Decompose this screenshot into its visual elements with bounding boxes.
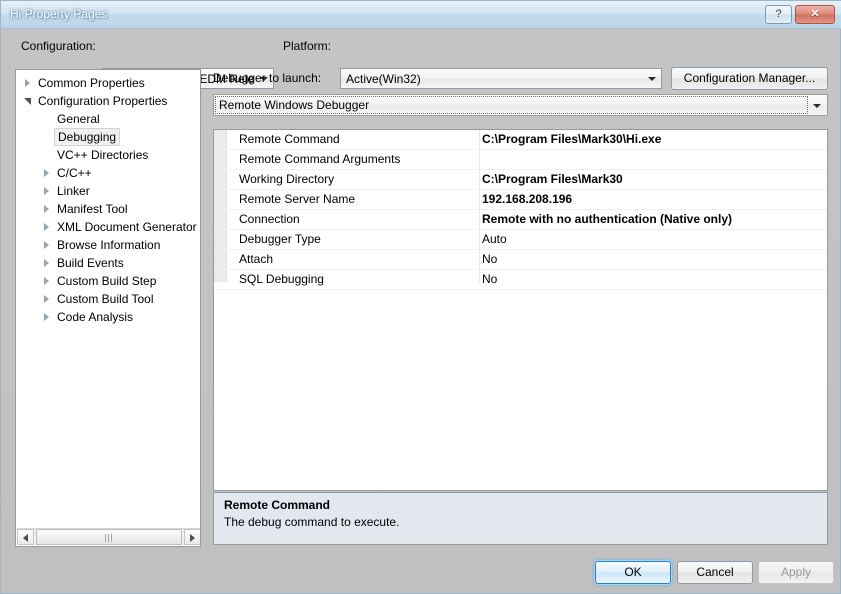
tree-collapsed-arrow-icon[interactable] (43, 205, 52, 214)
debugger-to-launch-value: Remote Windows Debugger (219, 98, 370, 112)
sidebar-item-common-properties[interactable]: Common Properties (16, 74, 200, 92)
property-name: Connection (239, 212, 300, 226)
property-name: Attach (239, 252, 274, 266)
property-row[interactable]: Debugger Type Auto (214, 230, 827, 250)
close-button[interactable]: ✕ (795, 5, 835, 24)
property-name: Remote Server Name (239, 192, 356, 206)
sidebar-item-label: Debugging (54, 128, 121, 146)
property-pages-dialog: Hi Property Pages ? ✕ Configuration: Act… (0, 0, 841, 594)
property-row[interactable]: Working Directory C:\Program Files\Mark30 (214, 170, 827, 190)
sidebar-item-code-analysis[interactable]: Code Analysis (16, 308, 200, 326)
property-name: SQL Debugging (239, 272, 324, 286)
apply-button: Apply (758, 561, 834, 584)
scroll-right-arrow-icon[interactable] (184, 529, 200, 545)
property-value[interactable]: C:\Program Files\Mark30 (482, 172, 623, 186)
tree-collapsed-arrow-icon[interactable] (43, 259, 52, 268)
property-value[interactable]: No (482, 272, 497, 286)
configuration-label: Configuration: (21, 39, 96, 53)
sidebar-item-linker[interactable]: Linker (16, 182, 200, 200)
property-row[interactable]: Connection Remote with no authentication … (214, 210, 827, 230)
sidebar-item-label: Custom Build Step (57, 274, 157, 288)
sidebar-item-manifest-tool[interactable]: Manifest Tool (16, 200, 200, 218)
tree-collapsed-arrow-icon[interactable] (43, 169, 52, 178)
configuration-manager-button[interactable]: Configuration Manager... (671, 67, 828, 90)
property-grid: Remote Command C:\Program Files\Mark30\Hi… (213, 129, 828, 491)
property-value[interactable]: Auto (482, 232, 507, 246)
sidebar-item-label: Browse Information (57, 238, 161, 252)
sidebar-item-label: VC++ Directories (57, 148, 149, 162)
property-row[interactable]: Remote Command Arguments (214, 150, 827, 170)
sidebar-item-debugging[interactable]: Debugging (16, 128, 200, 146)
tree-collapsed-arrow-icon[interactable] (24, 79, 33, 88)
property-value[interactable]: C:\Program Files\Mark30\Hi.exe (482, 132, 661, 146)
property-row[interactable]: SQL Debugging No (214, 270, 827, 290)
tree-collapsed-arrow-icon[interactable] (43, 223, 52, 232)
sidebar-item-general[interactable]: General (16, 110, 200, 128)
description-title: Remote Command (224, 498, 331, 512)
platform-combo-value: Active(Win32) (346, 72, 421, 86)
sidebar-item-custom-build-step[interactable]: Custom Build Step (16, 272, 200, 290)
property-row[interactable]: Remote Server Name 192.168.208.196 (214, 190, 827, 210)
property-value[interactable]: 192.168.208.196 (482, 192, 572, 206)
platform-label: Platform: (283, 39, 332, 53)
property-name: Remote Command (239, 132, 340, 146)
cancel-button[interactable]: Cancel (677, 561, 753, 584)
sidebar-item-label: Linker (57, 184, 90, 198)
sidebar-item-label: Configuration Properties (38, 94, 168, 108)
description-body: The debug command to execute. (224, 515, 400, 529)
sidebar-item-label: XML Document Generator (57, 220, 197, 234)
sidebar-item-label: C/C++ (57, 166, 92, 180)
sidebar-item-xml-document-generator[interactable]: XML Document Generator (16, 218, 200, 236)
property-row[interactable]: Attach No (214, 250, 827, 270)
sidebar-item-label: Build Events (57, 256, 124, 270)
chevron-down-icon (813, 104, 821, 108)
help-button[interactable]: ? (765, 5, 792, 24)
sidebar-item-label: Custom Build Tool (57, 292, 154, 306)
ok-button[interactable]: OK (595, 561, 671, 584)
sidebar-item-build-events[interactable]: Build Events (16, 254, 200, 272)
property-tree-panel: Common Properties Configuration Propertie… (15, 69, 201, 547)
tree-expanded-arrow-icon[interactable] (24, 97, 33, 106)
grip-icon (105, 534, 114, 542)
property-name: Working Directory (239, 172, 335, 186)
debugger-to-launch-label: Debugger to launch: (213, 71, 322, 85)
property-row[interactable]: Remote Command C:\Program Files\Mark30\Hi… (214, 130, 827, 150)
tree-collapsed-arrow-icon[interactable] (43, 241, 52, 250)
chevron-down-icon (648, 77, 656, 81)
configuration-toolbar: Configuration: Active(Hi Mark30EDM Relea… (1, 29, 841, 90)
tree-collapsed-arrow-icon[interactable] (43, 277, 52, 286)
sidebar-item-label: Common Properties (38, 76, 145, 90)
tree-collapsed-arrow-icon[interactable] (43, 313, 52, 322)
sidebar-item-label: Code Analysis (57, 310, 134, 324)
description-panel: Remote Command The debug command to exec… (213, 492, 828, 545)
sidebar-item-configuration-properties[interactable]: Configuration Properties (16, 92, 200, 110)
scroll-left-arrow-icon[interactable] (17, 529, 34, 545)
window-title: Hi Property Pages (10, 7, 108, 21)
sidebar-item-custom-build-tool[interactable]: Custom Build Tool (16, 290, 200, 308)
sidebar-item-label: General (57, 112, 100, 126)
property-name: Debugger Type (239, 232, 321, 246)
sidebar-item-c-c[interactable]: C/C++ (16, 164, 200, 182)
platform-combo[interactable]: Active(Win32) (340, 68, 662, 89)
property-name: Remote Command Arguments (239, 152, 401, 166)
debugger-to-launch-combo[interactable]: Remote Windows Debugger (213, 94, 828, 116)
sidebar-item-label: Manifest Tool (57, 202, 128, 216)
sidebar-item-vc-directories[interactable]: VC++ Directories (16, 146, 200, 164)
scrollbar-thumb[interactable] (36, 529, 182, 545)
tree-horizontal-scrollbar[interactable] (17, 528, 200, 545)
property-tree: Common Properties Configuration Propertie… (16, 74, 200, 326)
property-grid-rows: Remote Command C:\Program Files\Mark30\Hi… (214, 130, 827, 290)
property-value[interactable]: No (482, 252, 497, 266)
title-bar: Hi Property Pages ? ✕ (1, 1, 841, 29)
property-value[interactable]: Remote with no authentication (Native on… (482, 212, 732, 226)
tree-collapsed-arrow-icon[interactable] (43, 187, 52, 196)
tree-collapsed-arrow-icon[interactable] (43, 295, 52, 304)
sidebar-item-browse-information[interactable]: Browse Information (16, 236, 200, 254)
